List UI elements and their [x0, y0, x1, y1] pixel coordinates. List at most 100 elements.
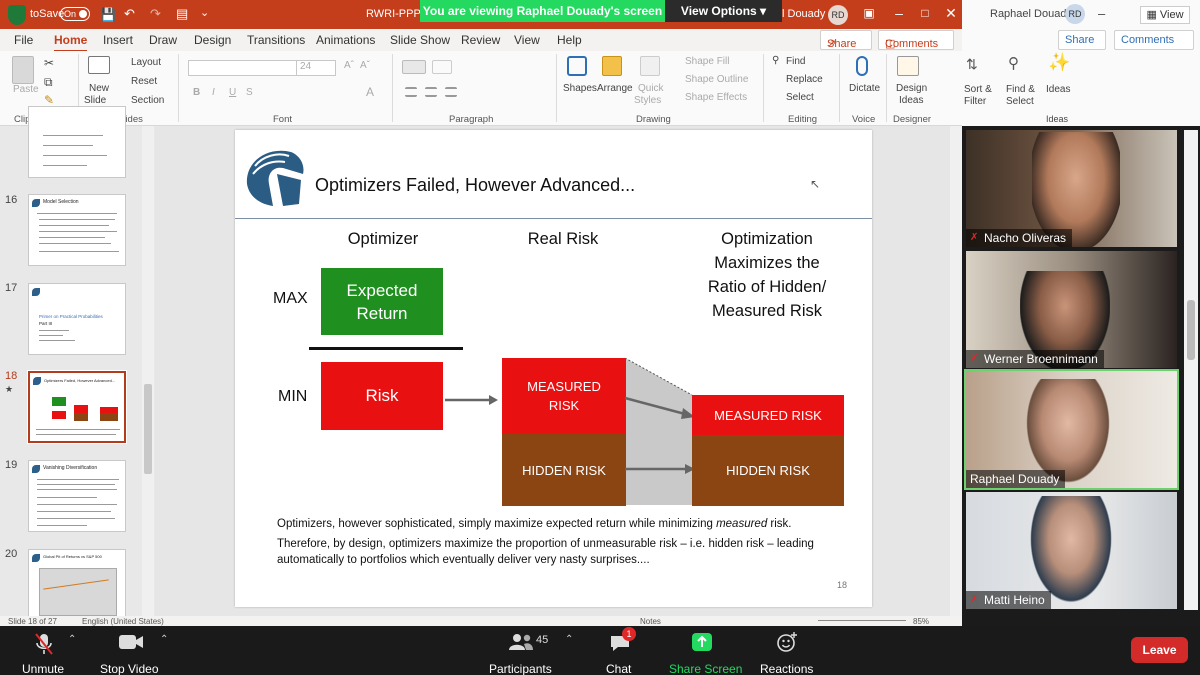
video-tile-1[interactable]: ✗ Nacho Oliveras — [966, 130, 1177, 247]
tab-slide-show[interactable]: Slide Show — [390, 33, 450, 47]
save-icon[interactable]: 💾 — [100, 7, 116, 23]
present-icon[interactable]: ▤ — [176, 6, 188, 22]
align-center-icon[interactable] — [425, 87, 437, 97]
section-button[interactable]: Section — [131, 95, 164, 106]
shapes-label[interactable]: Shapes — [563, 83, 597, 94]
slide-thumbnail-18[interactable]: Optimizers Failed, However Advanced... — [27, 370, 127, 444]
minimize-icon[interactable]: – — [1098, 6, 1105, 21]
cut-icon[interactable]: ✂ — [44, 56, 54, 70]
shapes-icon[interactable] — [567, 56, 587, 76]
zoom-level[interactable]: 85% — [913, 617, 929, 626]
underline-button[interactable]: U — [229, 87, 236, 98]
font-name-field[interactable] — [188, 60, 298, 76]
tab-animations[interactable]: Animations — [316, 33, 375, 47]
customize-qat-icon[interactable]: ⌄ — [200, 6, 209, 19]
sort-filter-icon[interactable]: ⇅ — [966, 56, 978, 73]
search-icon[interactable]: ⚲ — [1008, 54, 1019, 72]
tab-design[interactable]: Design — [194, 33, 231, 47]
undo-icon[interactable]: ↶ — [124, 6, 135, 22]
view-options-button[interactable]: View Options ▾ — [665, 0, 782, 22]
slide-thumbnail-19[interactable]: Vanishing Diversification — [28, 460, 126, 532]
zoom-slider[interactable] — [818, 620, 906, 621]
user-avatar[interactable]: RD — [828, 5, 848, 25]
strikethrough-button[interactable]: S — [246, 87, 253, 98]
quick-styles-icon[interactable] — [640, 56, 660, 76]
tab-transitions[interactable]: Transitions — [247, 33, 305, 47]
redo-icon[interactable]: ↷ — [150, 6, 161, 22]
layout-button[interactable]: Layout — [131, 57, 161, 68]
unmute-button[interactable]: Unmute — [14, 626, 72, 675]
format-painter-icon[interactable]: ✎ — [44, 93, 54, 107]
second-share-button[interactable]: Share — [1058, 30, 1106, 50]
comments-button[interactable]: ◫ Comments — [878, 30, 954, 50]
italic-button[interactable]: I — [212, 87, 215, 98]
tab-draw[interactable]: Draw — [149, 33, 177, 47]
tab-view[interactable]: View — [514, 33, 540, 47]
slide-thumbnail-15[interactable] — [28, 106, 126, 178]
ribbon-display-icon[interactable]: ▣ — [862, 6, 876, 20]
gallery-scrollbar[interactable] — [1184, 130, 1198, 610]
participants-chevron-icon[interactable]: ⌃ — [565, 634, 573, 645]
find-select-label-2[interactable]: Select — [1006, 96, 1034, 107]
slide-thumbnail-16[interactable]: Model Selection — [28, 194, 126, 266]
stop-video-button[interactable]: Stop Video — [96, 626, 166, 675]
align-right-icon[interactable] — [445, 87, 457, 97]
chat-button[interactable]: 1 Chat — [600, 626, 640, 675]
minimize-icon[interactable]: – — [892, 6, 906, 20]
participants-button[interactable]: 45 Participants — [484, 626, 556, 675]
thumbnails-scrollbar[interactable] — [142, 126, 154, 616]
share-button[interactable]: ↗ Share — [820, 30, 872, 50]
ideas-icon[interactable]: ✨ — [1048, 52, 1070, 73]
tab-help[interactable]: Help — [557, 33, 582, 47]
bullets-icon[interactable] — [402, 60, 426, 74]
quick-styles-label-2[interactable]: Styles — [634, 95, 661, 106]
sort-filter-label-2[interactable]: Filter — [964, 96, 986, 107]
video-tile-4[interactable]: ✗ Matti Heino — [966, 492, 1177, 609]
view-window-button[interactable]: ▦ View — [1140, 6, 1190, 24]
bold-button[interactable]: B — [193, 87, 200, 98]
paste-icon[interactable] — [12, 56, 34, 84]
slide-thumbnail-17[interactable]: Primer on Practical Probabilities Part I… — [28, 283, 126, 355]
font-color-icon[interactable]: A — [366, 85, 374, 99]
tab-home[interactable]: Home — [54, 33, 88, 52]
share-screen-button[interactable]: Share Screen — [664, 626, 742, 675]
video-tile-3[interactable]: Raphael Douady — [964, 369, 1179, 490]
reset-button[interactable]: Reset — [131, 76, 157, 87]
font-size-field[interactable]: 24 — [296, 60, 336, 76]
autosave-toggle[interactable]: On — [60, 7, 90, 21]
arrange-icon[interactable] — [602, 56, 622, 76]
tab-insert[interactable]: Insert — [103, 33, 133, 47]
editor-scrollbar[interactable] — [950, 126, 962, 616]
language[interactable]: English (United States) — [82, 617, 164, 626]
replace-button[interactable]: Replace — [786, 74, 823, 85]
new-slide-label[interactable]: New — [89, 83, 109, 94]
copy-icon[interactable]: ⧉ — [44, 75, 53, 90]
microphone-icon[interactable] — [856, 56, 868, 76]
select-button[interactable]: Select — [786, 92, 814, 103]
shape-outline-button[interactable]: Shape Outline — [685, 74, 748, 85]
maximize-icon[interactable]: □ — [918, 6, 932, 20]
tab-review[interactable]: Review — [461, 33, 500, 47]
notes-button[interactable]: Notes — [640, 617, 661, 626]
decrease-font-icon[interactable]: Aˇ — [360, 60, 370, 71]
paste-label[interactable]: Paste — [13, 84, 39, 95]
video-tile-2[interactable]: ✗ Werner Broennimann — [966, 251, 1177, 368]
tab-file[interactable]: File — [14, 33, 33, 47]
design-ideas-label[interactable]: Design — [896, 83, 927, 94]
second-user-avatar[interactable]: RD — [1065, 4, 1085, 24]
new-slide-label-2[interactable]: Slide — [84, 95, 106, 106]
align-left-icon[interactable] — [405, 87, 417, 97]
slide-thumbnail-20[interactable]: Global Pit of Returns vs S&P 500 — [28, 549, 126, 619]
numbering-icon[interactable] — [432, 60, 452, 74]
quick-styles-label[interactable]: Quick — [638, 83, 664, 94]
design-ideas-icon[interactable] — [897, 56, 919, 76]
sort-filter-label[interactable]: Sort & — [964, 84, 992, 95]
leave-button[interactable]: Leave — [1131, 637, 1188, 663]
ideas-label[interactable]: Ideas — [1046, 84, 1070, 95]
find-button[interactable]: Find — [786, 56, 805, 67]
new-slide-icon[interactable] — [88, 56, 110, 74]
reactions-button[interactable]: Reactions — [756, 626, 818, 675]
design-ideas-label-2[interactable]: Ideas — [899, 95, 923, 106]
find-select-label[interactable]: Find & — [1006, 84, 1035, 95]
shape-fill-button[interactable]: Shape Fill — [685, 56, 729, 67]
